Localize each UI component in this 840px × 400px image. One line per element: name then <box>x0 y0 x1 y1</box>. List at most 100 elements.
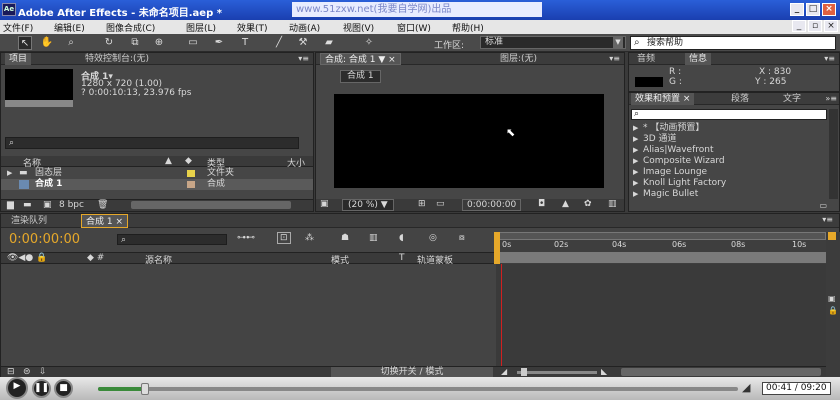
panel-menu-icon[interactable]: ▾≡ <box>298 54 309 63</box>
puppet-tool-icon[interactable]: ✧ <box>362 36 376 50</box>
always-preview-icon[interactable]: ▣ <box>320 199 329 209</box>
channel-icon[interactable]: ✿ <box>584 199 592 209</box>
motion-blur-icon[interactable]: ◖ <box>399 233 404 243</box>
menu-file[interactable]: 文件(F) <box>3 21 33 34</box>
shy-layers-icon[interactable]: ☗ <box>341 233 349 243</box>
col-mode[interactable]: 模式 <box>331 253 349 266</box>
menu-edit[interactable]: 编辑(E) <box>54 21 85 34</box>
eraser-tool-icon[interactable]: ▰ <box>322 36 336 50</box>
stop-icon[interactable]: ■ <box>54 379 73 398</box>
panel-menu-icon[interactable]: ▾≡ <box>609 54 620 63</box>
project-row-solids[interactable]: ▶ ▬ 固态层 文件夹 <box>1 168 313 179</box>
workspace-dropdown[interactable]: 标准 ▼ <box>480 36 626 49</box>
new-folder-icon[interactable]: ▭ <box>819 201 827 210</box>
effects-item[interactable]: ▶ Alias|Wavefront <box>629 145 839 156</box>
tab-effect-controls[interactable]: 特效控制台:(无) <box>81 53 153 65</box>
toggle-transfer-icon[interactable]: ⇩ <box>39 367 47 377</box>
expand-triangle-icon[interactable]: ▶ <box>633 178 638 189</box>
region-icon[interactable]: ▥ <box>608 199 617 209</box>
live-update-icon[interactable]: ⊡ <box>277 232 291 244</box>
maximize-button[interactable]: □ <box>806 3 820 16</box>
zoom-marker[interactable] <box>828 232 836 240</box>
playhead-handle[interactable] <box>494 232 500 264</box>
tab-paragraph[interactable]: 段落 <box>727 93 753 105</box>
new-folder-icon[interactable]: ▬ <box>23 200 32 210</box>
time-ruler[interactable]: 0s 02s 04s 06s 08s 10s <box>494 232 826 264</box>
comp-chip[interactable]: 合成 1 <box>340 70 381 83</box>
brainstorm-icon[interactable]: ◎ <box>429 233 437 243</box>
doc-close-button[interactable]: × <box>824 20 838 32</box>
lock-icon[interactable]: 🔒 <box>828 306 838 315</box>
expand-triangle-icon[interactable]: ▶ <box>633 167 638 178</box>
zoom-tool-icon[interactable]: ⌕ <box>64 36 78 50</box>
tab-effects-presets[interactable]: 效果和预置 × <box>631 93 695 105</box>
effects-scrollbar[interactable] <box>829 109 838 199</box>
pan-behind-tool-icon[interactable]: ⊕ <box>152 36 166 50</box>
col-t[interactable]: T <box>399 253 405 263</box>
comp-button-icon[interactable]: ▣ <box>828 294 836 303</box>
tab-timeline-comp[interactable]: 合成 1 × <box>81 214 128 228</box>
new-comp-icon[interactable]: ▣ <box>43 200 52 210</box>
mask-visibility-icon[interactable]: ▭ <box>436 199 445 209</box>
pen-tool-icon[interactable]: ✒ <box>212 36 226 50</box>
menu-help[interactable]: 帮助(H) <box>452 21 484 34</box>
tab-audio[interactable]: 音频 <box>633 53 659 65</box>
play-icon[interactable]: ▶ <box>6 377 28 399</box>
tab-layer[interactable]: 图层:(无) <box>496 53 541 65</box>
expand-triangle-icon[interactable]: ▶ <box>633 145 638 156</box>
timeline-timecode[interactable]: 0:00:00:00 <box>9 232 80 247</box>
track-area[interactable] <box>496 264 826 366</box>
camera-tool-icon[interactable]: ⧉ <box>128 36 142 50</box>
menu-effect[interactable]: 效果(T) <box>237 21 268 34</box>
volume-icon[interactable]: ◢ <box>742 381 750 394</box>
expand-triangle-icon[interactable]: ▶ <box>633 123 638 134</box>
zoom-dropdown[interactable]: (20 %) ▼ <box>342 199 394 211</box>
tab-render-queue[interactable]: 渲染队列 <box>7 214 51 228</box>
draft-3d-icon[interactable]: ⁂ <box>305 233 314 243</box>
graph-editor-icon[interactable]: ⧇ <box>459 233 465 243</box>
project-row-comp1[interactable]: 合成 1 合成 <box>1 179 313 190</box>
tab-composition[interactable]: 合成: 合成 1 ▼ × <box>320 53 401 65</box>
menu-view[interactable]: 视图(V) <box>343 21 374 34</box>
timeline-scrollbar[interactable] <box>621 368 821 376</box>
tab-info[interactable]: 信息 <box>685 53 712 65</box>
effects-search-input[interactable]: ⌕ <box>631 109 827 120</box>
expand-triangle-icon[interactable]: ▶ <box>7 168 12 179</box>
expand-triangle-icon[interactable]: ▶ <box>633 134 638 145</box>
expand-triangle-icon[interactable]: ▶ <box>633 156 638 167</box>
effects-item[interactable]: ▶ 3D 通道 <box>629 134 839 145</box>
horizontal-scrollbar[interactable] <box>131 201 291 209</box>
zoom-slider[interactable] <box>517 371 597 374</box>
panel-menu-icon[interactable]: ▾≡ <box>822 215 833 224</box>
rectangle-mask-tool-icon[interactable]: ▭ <box>186 36 200 50</box>
timeline-search-input[interactable]: ⌕ <box>117 234 227 245</box>
doc-minimize-button[interactable]: _ <box>792 20 806 32</box>
bpc-label[interactable]: 8 bpc <box>59 200 84 210</box>
effects-item[interactable]: ▶ Composite Wizard <box>629 156 839 167</box>
composition-viewer[interactable]: ⬉ <box>334 94 604 188</box>
selection-tool-icon[interactable]: ↖ <box>18 36 32 50</box>
menu-layer[interactable]: 图层(L) <box>186 21 216 34</box>
minimize-button[interactable]: _ <box>790 3 804 16</box>
seek-bar[interactable] <box>98 387 738 391</box>
zoom-slider-thumb[interactable] <box>521 368 527 376</box>
toggle-modes-icon[interactable]: ⊜ <box>23 367 31 377</box>
text-tool-icon[interactable]: T <box>238 36 252 50</box>
hand-tool-icon[interactable]: ✋ <box>40 36 54 50</box>
col-source-name[interactable]: 源名称 <box>145 253 172 266</box>
clone-stamp-tool-icon[interactable]: ⚒ <box>296 36 310 50</box>
comp-timecode[interactable]: 0:00:00:00 <box>462 199 522 211</box>
menu-composition[interactable]: 图像合成(C) <box>106 21 155 34</box>
menu-animation[interactable]: 动画(A) <box>289 21 320 34</box>
help-search-input[interactable]: ⌕ 搜索帮助 <box>630 36 836 50</box>
panel-menu-icon[interactable]: »≡ <box>825 94 837 103</box>
pause-icon[interactable]: ❚❚ <box>32 379 51 398</box>
menu-window[interactable]: 窗口(W) <box>397 21 431 34</box>
snapshot-icon[interactable]: ◘ <box>538 199 545 209</box>
rotate-tool-icon[interactable]: ↻ <box>102 36 116 50</box>
show-snapshot-icon[interactable]: ▲ <box>562 199 569 209</box>
project-search-input[interactable]: ⌕ <box>5 137 299 149</box>
tab-character[interactable]: 文字 <box>779 93 805 105</box>
grid-icon[interactable]: ⊞ <box>418 199 426 209</box>
effects-item[interactable]: ▶ Image Lounge <box>629 167 839 178</box>
